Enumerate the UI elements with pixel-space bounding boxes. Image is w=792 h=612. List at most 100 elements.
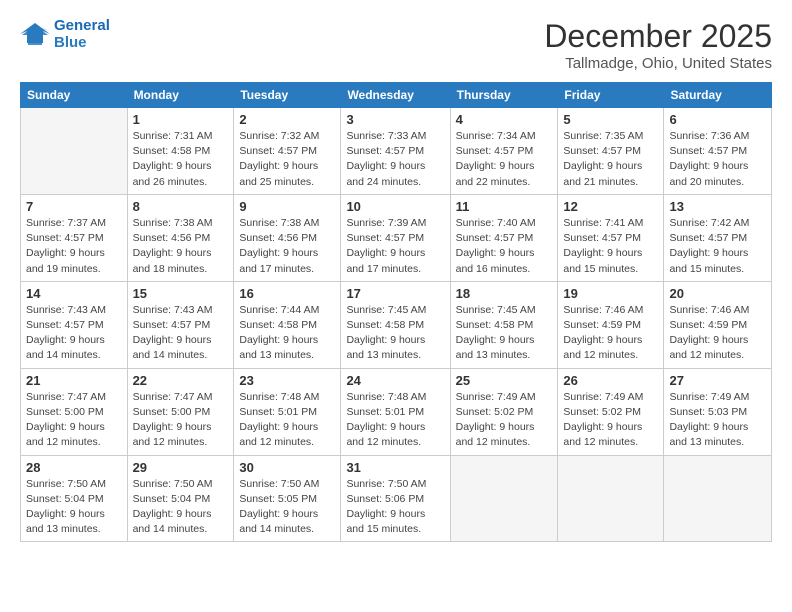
col-wednesday: Wednesday: [341, 83, 450, 108]
week-row-3: 21 Sunrise: 7:47 AMSunset: 5:00 PMDayligh…: [21, 368, 772, 455]
col-thursday: Thursday: [450, 83, 558, 108]
day-number: 3: [346, 112, 444, 127]
day-cell: [450, 455, 558, 542]
title-area: December 2025 Tallmadge, Ohio, United St…: [544, 18, 772, 72]
day-cell: 24 Sunrise: 7:48 AMSunset: 5:01 PMDayligh…: [341, 368, 450, 455]
col-tuesday: Tuesday: [234, 83, 341, 108]
day-cell: 12 Sunrise: 7:41 AMSunset: 4:57 PMDayligh…: [558, 194, 664, 281]
day-info: Sunrise: 7:34 AMSunset: 4:57 PMDaylight:…: [456, 129, 553, 190]
day-cell: [21, 108, 128, 195]
day-info: Sunrise: 7:35 AMSunset: 4:57 PMDaylight:…: [563, 129, 658, 190]
day-number: 20: [669, 286, 766, 301]
day-cell: 6 Sunrise: 7:36 AMSunset: 4:57 PMDaylight…: [664, 108, 772, 195]
col-friday: Friday: [558, 83, 664, 108]
day-info: Sunrise: 7:38 AMSunset: 4:56 PMDaylight:…: [239, 216, 335, 277]
day-cell: 22 Sunrise: 7:47 AMSunset: 5:00 PMDayligh…: [127, 368, 234, 455]
day-number: 31: [346, 460, 444, 475]
day-info: Sunrise: 7:48 AMSunset: 5:01 PMDaylight:…: [346, 390, 444, 451]
day-info: Sunrise: 7:41 AMSunset: 4:57 PMDaylight:…: [563, 216, 658, 277]
day-info: Sunrise: 7:47 AMSunset: 5:00 PMDaylight:…: [26, 390, 122, 451]
week-row-2: 14Sunrise: 7:43 AMSunset: 4:57 PMDayligh…: [21, 281, 772, 368]
day-info: Sunrise: 7:40 AMSunset: 4:57 PMDaylight:…: [456, 216, 553, 277]
calendar-table: Sunday Monday Tuesday Wednesday Thursday…: [20, 82, 772, 542]
day-cell: 4 Sunrise: 7:34 AMSunset: 4:57 PMDaylight…: [450, 108, 558, 195]
day-cell: 5 Sunrise: 7:35 AMSunset: 4:57 PMDaylight…: [558, 108, 664, 195]
day-number: 17: [346, 286, 444, 301]
day-cell: 18Sunrise: 7:45 AMSunset: 4:58 PMDayligh…: [450, 281, 558, 368]
day-cell: 29 Sunrise: 7:50 AMSunset: 5:04 PMDayligh…: [127, 455, 234, 542]
day-cell: 13 Sunrise: 7:42 AMSunset: 4:57 PMDayligh…: [664, 194, 772, 281]
day-number: 1: [133, 112, 229, 127]
day-cell: 20 Sunrise: 7:46 AMSunset: 4:59 PMDayligh…: [664, 281, 772, 368]
day-cell: 19 Sunrise: 7:46 AMSunset: 4:59 PMDayligh…: [558, 281, 664, 368]
day-number: 25: [456, 373, 553, 388]
day-info: Sunrise: 7:44 AMSunset: 4:58 PMDaylight:…: [239, 303, 335, 364]
day-info: Sunrise: 7:50 AMSunset: 5:04 PMDaylight:…: [133, 477, 229, 538]
day-cell: 30 Sunrise: 7:50 AMSunset: 5:05 PMDayligh…: [234, 455, 341, 542]
col-saturday: Saturday: [664, 83, 772, 108]
day-info: Sunrise: 7:47 AMSunset: 5:00 PMDaylight:…: [133, 390, 229, 451]
day-number: 16: [239, 286, 335, 301]
day-cell: 9 Sunrise: 7:38 AMSunset: 4:56 PMDaylight…: [234, 194, 341, 281]
day-cell: 10 Sunrise: 7:39 AMSunset: 4:57 PMDayligh…: [341, 194, 450, 281]
day-number: 2: [239, 112, 335, 127]
day-number: 27: [669, 373, 766, 388]
day-number: 30: [239, 460, 335, 475]
logo: General Blue: [20, 18, 110, 51]
day-number: 29: [133, 460, 229, 475]
day-number: 12: [563, 199, 658, 214]
day-cell: 23 Sunrise: 7:48 AMSunset: 5:01 PMDayligh…: [234, 368, 341, 455]
day-info: Sunrise: 7:50 AMSunset: 5:06 PMDaylight:…: [346, 477, 444, 538]
day-cell: 17Sunrise: 7:45 AMSunset: 4:58 PMDayligh…: [341, 281, 450, 368]
day-number: 23: [239, 373, 335, 388]
day-cell: 16 Sunrise: 7:44 AMSunset: 4:58 PMDayligh…: [234, 281, 341, 368]
day-number: 21: [26, 373, 122, 388]
day-info: Sunrise: 7:46 AMSunset: 4:59 PMDaylight:…: [563, 303, 658, 364]
day-cell: 26Sunrise: 7:49 AMSunset: 5:02 PMDayligh…: [558, 368, 664, 455]
day-info: Sunrise: 7:45 AMSunset: 4:58 PMDaylight:…: [456, 303, 553, 364]
logo-text: General Blue: [54, 18, 110, 51]
day-info: Sunrise: 7:48 AMSunset: 5:01 PMDaylight:…: [239, 390, 335, 451]
day-cell: 25 Sunrise: 7:49 AMSunset: 5:02 PMDayligh…: [450, 368, 558, 455]
day-info: Sunrise: 7:49 AMSunset: 5:03 PMDaylight:…: [669, 390, 766, 451]
day-info: Sunrise: 7:46 AMSunset: 4:59 PMDaylight:…: [669, 303, 766, 364]
day-number: 4: [456, 112, 553, 127]
day-cell: 15Sunrise: 7:43 AMSunset: 4:57 PMDayligh…: [127, 281, 234, 368]
day-cell: 14Sunrise: 7:43 AMSunset: 4:57 PMDayligh…: [21, 281, 128, 368]
day-info: Sunrise: 7:39 AMSunset: 4:57 PMDaylight:…: [346, 216, 444, 277]
day-info: Sunrise: 7:50 AMSunset: 5:05 PMDaylight:…: [239, 477, 335, 538]
day-number: 22: [133, 373, 229, 388]
day-cell: 7Sunrise: 7:37 AMSunset: 4:57 PMDaylight…: [21, 194, 128, 281]
week-row-0: 1 Sunrise: 7:31 AMSunset: 4:58 PMDaylight…: [21, 108, 772, 195]
day-info: Sunrise: 7:37 AMSunset: 4:57 PMDaylight:…: [26, 216, 122, 277]
day-info: Sunrise: 7:31 AMSunset: 4:58 PMDaylight:…: [133, 129, 229, 190]
day-number: 13: [669, 199, 766, 214]
day-cell: [664, 455, 772, 542]
col-monday: Monday: [127, 83, 234, 108]
week-row-1: 7Sunrise: 7:37 AMSunset: 4:57 PMDaylight…: [21, 194, 772, 281]
day-number: 24: [346, 373, 444, 388]
day-number: 6: [669, 112, 766, 127]
col-sunday: Sunday: [21, 83, 128, 108]
logo-icon: [20, 21, 50, 49]
day-info: Sunrise: 7:43 AMSunset: 4:57 PMDaylight:…: [133, 303, 229, 364]
day-info: Sunrise: 7:49 AMSunset: 5:02 PMDaylight:…: [456, 390, 553, 451]
day-number: 19: [563, 286, 658, 301]
day-info: Sunrise: 7:42 AMSunset: 4:57 PMDaylight:…: [669, 216, 766, 277]
day-info: Sunrise: 7:43 AMSunset: 4:57 PMDaylight:…: [26, 303, 122, 364]
day-info: Sunrise: 7:50 AMSunset: 5:04 PMDaylight:…: [26, 477, 122, 538]
day-cell: 1 Sunrise: 7:31 AMSunset: 4:58 PMDaylight…: [127, 108, 234, 195]
location-title: Tallmadge, Ohio, United States: [544, 55, 772, 72]
day-number: 11: [456, 199, 553, 214]
day-cell: 28Sunrise: 7:50 AMSunset: 5:04 PMDayligh…: [21, 455, 128, 542]
day-info: Sunrise: 7:36 AMSunset: 4:57 PMDaylight:…: [669, 129, 766, 190]
day-cell: 27 Sunrise: 7:49 AMSunset: 5:03 PMDayligh…: [664, 368, 772, 455]
day-number: 9: [239, 199, 335, 214]
day-cell: 8Sunrise: 7:38 AMSunset: 4:56 PMDaylight…: [127, 194, 234, 281]
day-number: 5: [563, 112, 658, 127]
day-cell: 21 Sunrise: 7:47 AMSunset: 5:00 PMDayligh…: [21, 368, 128, 455]
day-number: 10: [346, 199, 444, 214]
day-cell: 2Sunrise: 7:32 AMSunset: 4:57 PMDaylight…: [234, 108, 341, 195]
month-title: December 2025: [544, 18, 772, 55]
page: General Blue December 2025 Tallmadge, Oh…: [0, 0, 792, 612]
